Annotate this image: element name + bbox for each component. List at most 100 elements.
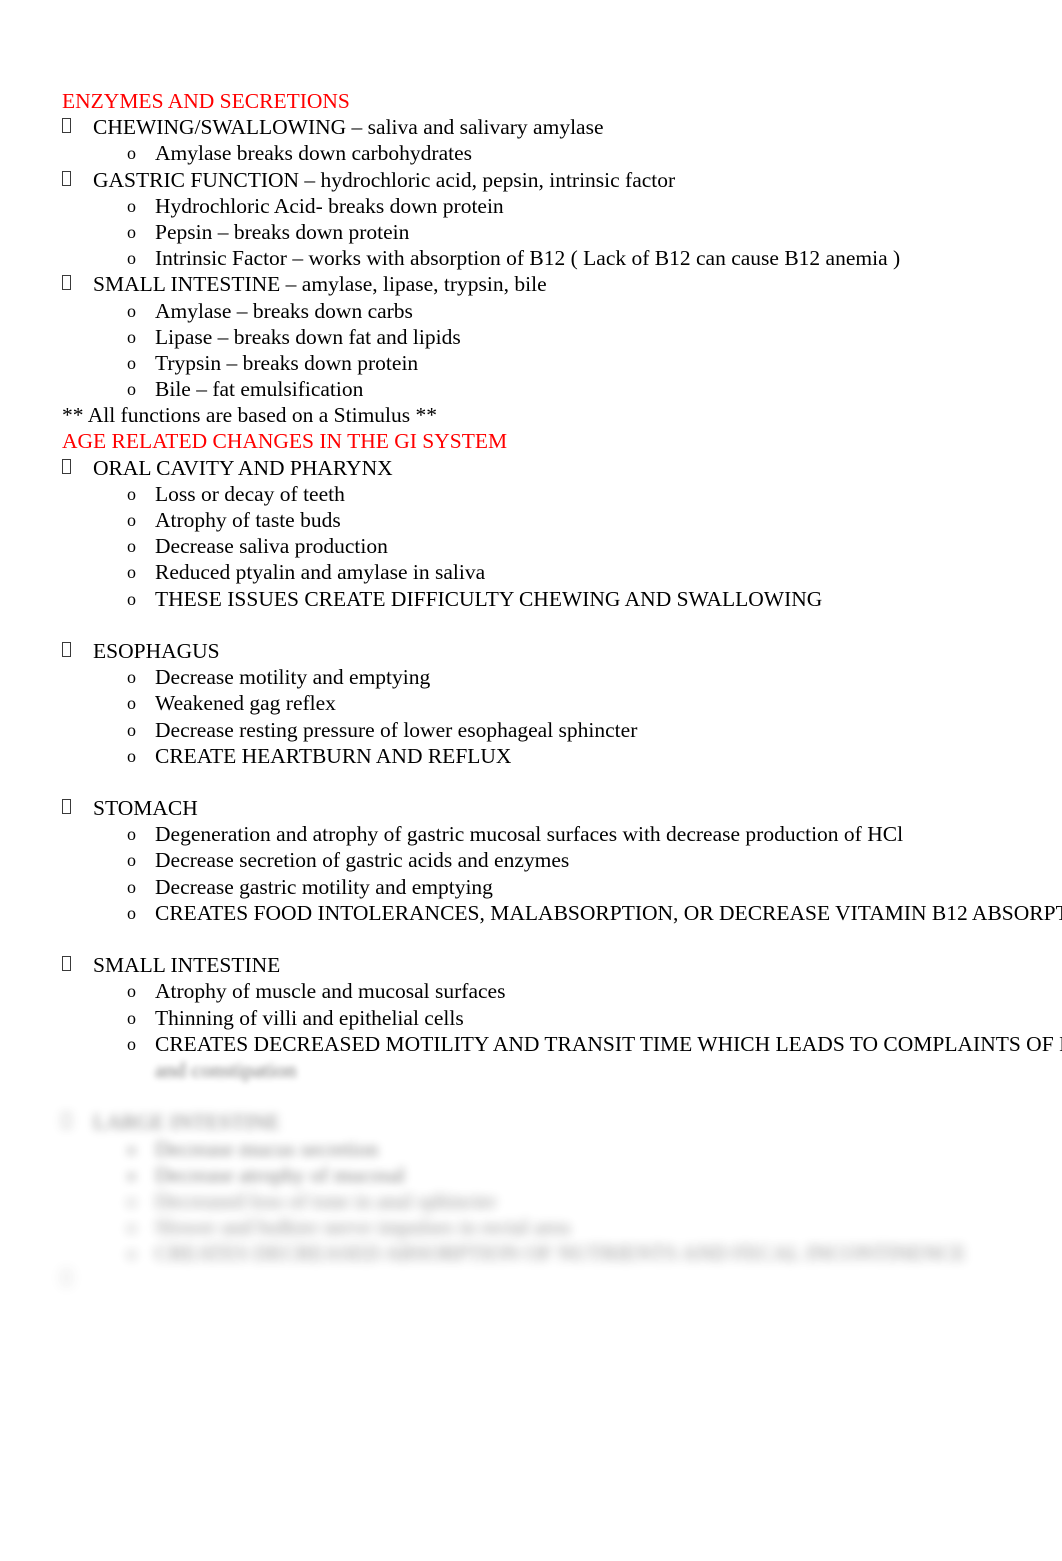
list-item-label: Slower and bulkier nerve impulses in rec… — [155, 1215, 570, 1240]
list-item-label: Reduced ptyalin and amylase in saliva — [155, 560, 486, 585]
list-item-label: Degeneration and atrophy of gastric muco… — [155, 822, 904, 847]
list-item-label: CHEWING/SWALLOWING – saliva and salivary… — [93, 115, 604, 140]
list-item-label: GASTRIC FUNCTION – hydrochloric acid, pe… — [93, 167, 676, 192]
wrapped-continuation-line-blurred: and constipation — [155, 1057, 297, 1082]
stimulus-note: ** All functions are based on a Stimulus… — [62, 403, 438, 428]
list-item-label: LARGE INTESTINE — [93, 1110, 280, 1135]
bullet-box-icon — [62, 1270, 71, 1286]
document-page: ENZYMES AND SECRETIONS CHEWING/SWALLOWIN… — [0, 0, 1062, 1561]
list-item-label: SMALL INTESTINE – amylase, lipase, tryps… — [93, 272, 547, 297]
bullet-o-icon: o — [127, 588, 136, 609]
list-item-label: Weakened gag reflex — [155, 691, 336, 716]
list-item-level2-blurred: o Decrease mucus secretion — [62, 1136, 1062, 1162]
bullet-o-icon: o — [127, 326, 136, 347]
list-item-label: Atrophy of muscle and mucosal surfaces — [155, 979, 506, 1004]
bullet-o-icon: o — [127, 1138, 136, 1159]
list-item-level2: o Decrease gastric motility and emptying — [62, 874, 1062, 900]
list-item-level2: o Pepsin – breaks down protein — [62, 219, 1062, 245]
list-item-level2-blurred: o Decrease atrophy of mucosal — [62, 1162, 1062, 1188]
list-item-level2: o Atrophy of muscle and mucosal surfaces — [62, 978, 1062, 1004]
bullet-o-icon: o — [127, 248, 136, 269]
list-item-label: CREATES FOOD INTOLERANCES, MALABSORPTION… — [155, 900, 1062, 925]
list-item-label: Amylase breaks down carbohydrates — [155, 141, 473, 166]
list-item-level2: o Weakened gag reflex — [62, 690, 1062, 716]
list-item-label: STOMACH — [93, 796, 198, 821]
list-item-label: Loss or decay of teeth — [155, 481, 345, 506]
bullet-box-icon — [62, 118, 71, 134]
list-item-label: Decrease secretion of gastric acids and … — [155, 848, 570, 873]
bullet-o-icon: o — [127, 1007, 136, 1028]
bullet-o-icon: o — [127, 1243, 136, 1264]
bullet-o-icon: o — [127, 483, 136, 504]
document-body: ENZYMES AND SECRETIONS CHEWING/SWALLOWIN… — [62, 88, 1062, 1293]
bullet-o-icon: o — [127, 300, 136, 321]
list-item-label: THESE ISSUES CREATE DIFFICULTY CHEWING A… — [155, 586, 823, 611]
list-item-label: Trypsin – breaks down protein — [155, 350, 419, 375]
list-item-level1: SMALL INTESTINE — [62, 952, 1062, 978]
list-item-level2: o CREATE HEARTBURN AND REFLUX — [62, 743, 1062, 769]
bullet-o-icon: o — [127, 1190, 136, 1211]
list-item-level2-truncated: o CREATES FOOD INTOLERANCES, MALABSORPTI… — [62, 900, 1062, 926]
bullet-box-icon — [62, 458, 71, 474]
bullet-box-icon — [62, 1113, 71, 1129]
section-heading-enzymes: ENZYMES AND SECRETIONS — [62, 89, 350, 113]
trailing-empty-bullet — [62, 1266, 1062, 1292]
bullet-o-icon: o — [127, 352, 136, 373]
list-item-level2: o Reduced ptyalin and amylase in saliva — [62, 559, 1062, 585]
bullet-o-icon: o — [127, 850, 136, 871]
list-item-label: CREATES DECREASED ABSORPTION OF NUTRIENT… — [155, 1241, 966, 1266]
bullet-o-icon: o — [127, 143, 136, 164]
list-item-level2: o Loss or decay of teeth — [62, 481, 1062, 507]
list-item-level2: o Amylase breaks down carbohydrates — [62, 140, 1062, 166]
list-item-level2: o Trypsin – breaks down protein — [62, 350, 1062, 376]
list-item-level2-blurred: o CREATES DECREASED ABSORPTION OF NUTRIE… — [62, 1240, 1062, 1266]
list-item-level2: o THESE ISSUES CREATE DIFFICULTY CHEWING… — [62, 586, 1062, 612]
bullet-o-icon: o — [127, 221, 136, 242]
list-item-level2-truncated: o CREATES DECREASED MOTILITY AND TRANSIT… — [62, 1031, 1062, 1057]
list-item-label: Thinning of villi and epithelial cells — [155, 1005, 464, 1030]
list-item-level2: o Bile – fat emulsification — [62, 376, 1062, 402]
bullet-o-icon: o — [127, 536, 136, 557]
list-item-level2: o Degeneration and atrophy of gastric mu… — [62, 821, 1062, 847]
bullet-box-icon — [62, 641, 71, 657]
bullet-o-icon: o — [127, 981, 136, 1002]
list-item-label: Decreased loss of tone in anal sphincter — [155, 1188, 497, 1213]
bullet-box-icon — [62, 956, 71, 972]
list-item-level1: STOMACH — [62, 795, 1062, 821]
list-item-label: CREATES DECREASED MOTILITY AND TRANSIT T… — [155, 1031, 1062, 1056]
list-item-label: Bile – fat emulsification — [155, 377, 364, 402]
bullet-o-icon: o — [127, 902, 136, 923]
bullet-o-icon: o — [127, 667, 136, 688]
list-item-level1: ESOPHAGUS — [62, 638, 1062, 664]
list-item-level2: o Thinning of villi and epithelial cells — [62, 1005, 1062, 1031]
list-item-label: Hydrochloric Acid- breaks down protein — [155, 193, 504, 218]
list-item-label: Amylase – breaks down carbs — [155, 298, 413, 323]
list-item-label: CREATE HEARTBURN AND REFLUX — [155, 743, 512, 768]
bullet-o-icon: o — [127, 824, 136, 845]
list-item-level2: o Decrease resting pressure of lower eso… — [62, 717, 1062, 743]
list-item-label: Decrease saliva production — [155, 534, 388, 559]
bullet-o-icon: o — [127, 693, 136, 714]
list-item-level2: o Intrinsic Factor – works with absorpti… — [62, 245, 1062, 271]
list-item-level2: o Decrease saliva production — [62, 533, 1062, 559]
list-item-label: Decrease motility and emptying — [155, 665, 431, 690]
bullet-o-icon: o — [127, 562, 136, 583]
list-item-level2: o Hydrochloric Acid- breaks down protein — [62, 193, 1062, 219]
list-item-label: Decrease mucus secretion — [155, 1136, 379, 1161]
section-heading-age-related: AGE RELATED CHANGES IN THE GI SYSTEM — [62, 429, 508, 454]
list-item-level2: o Decrease motility and emptying — [62, 664, 1062, 690]
list-item-level2-blurred: o Slower and bulkier nerve impulses in r… — [62, 1214, 1062, 1240]
bullet-o-icon: o — [127, 745, 136, 766]
list-item-level1: SMALL INTESTINE – amylase, lipase, tryps… — [62, 271, 1062, 297]
list-item-level1: ORAL CAVITY AND PHARYNX — [62, 455, 1062, 481]
list-item-level1: CHEWING/SWALLOWING – saliva and salivary… — [62, 114, 1062, 140]
bullet-o-icon: o — [127, 510, 136, 530]
bullet-box-icon — [62, 170, 71, 186]
list-item-label: Decrease resting pressure of lower esoph… — [155, 717, 638, 742]
bullet-o-icon: o — [127, 719, 136, 740]
list-item-level2-blurred: o Decreased loss of tone in anal sphinct… — [62, 1188, 1062, 1214]
list-item-label: ESOPHAGUS — [93, 638, 220, 663]
